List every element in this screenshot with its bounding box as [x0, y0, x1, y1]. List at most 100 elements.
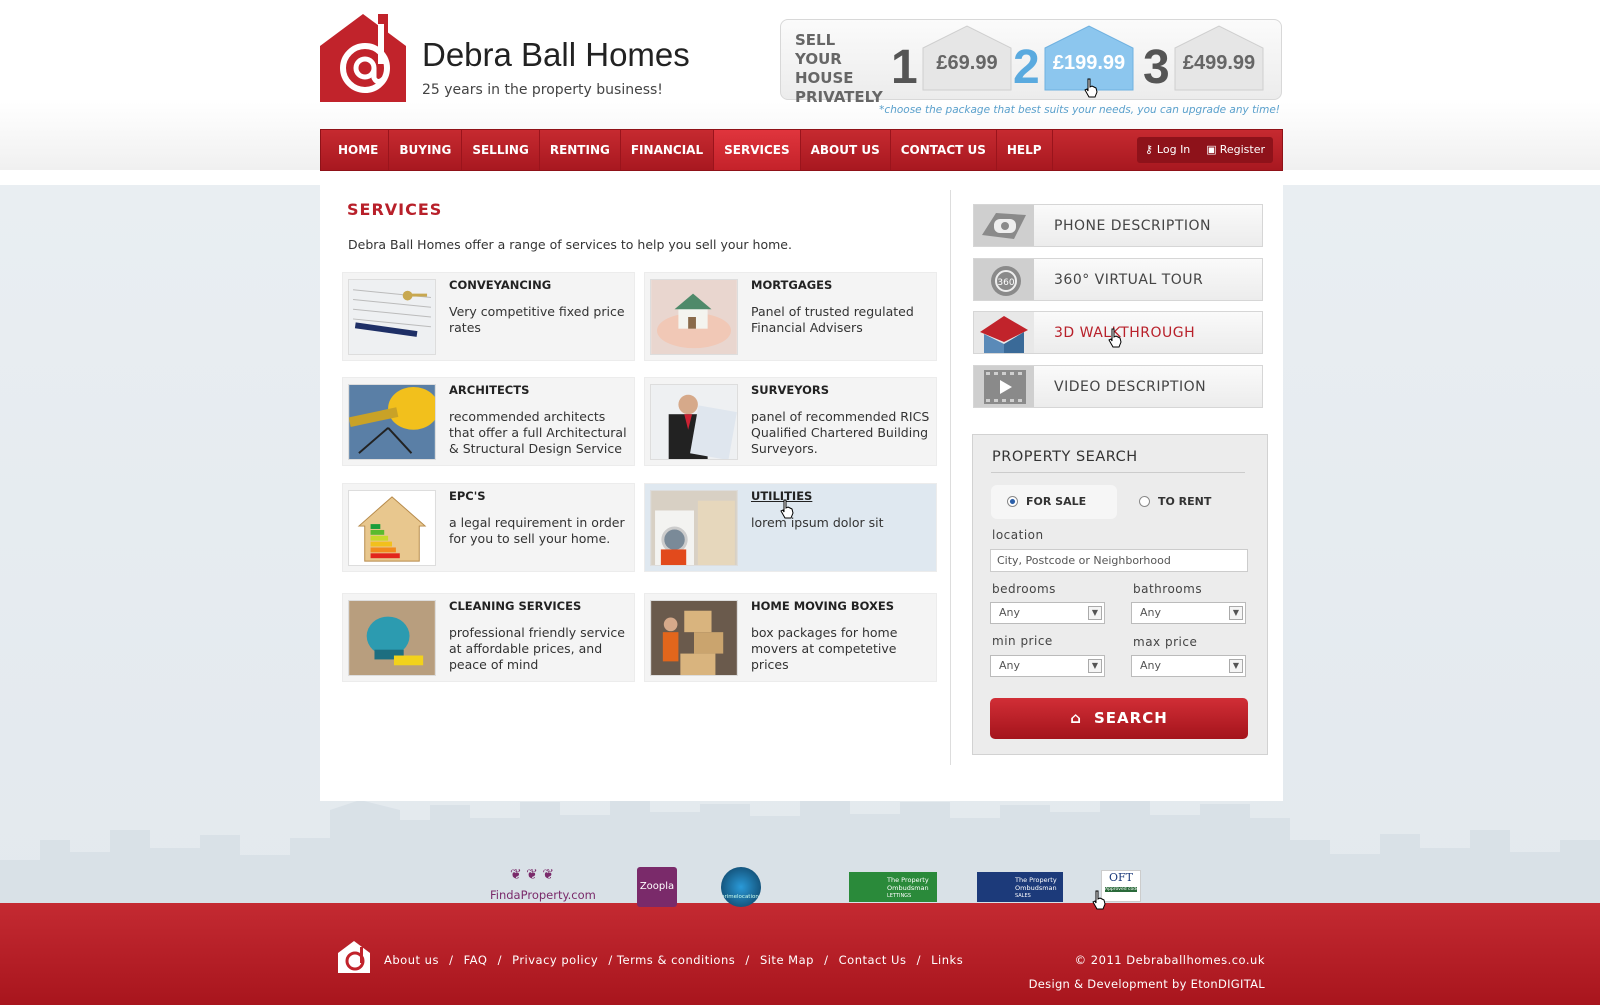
- service-card-conveyancing[interactable]: CONVEYANCING Very competitive fixed pric…: [342, 272, 635, 361]
- service-card-cleaning[interactable]: CLEANING SERVICES professional friendly …: [342, 593, 635, 682]
- service-card-utilities[interactable]: UTILITIES lorem ipsum dolor sit: [644, 483, 937, 572]
- findaproperty-logo[interactable]: ❦ ❦ ❦ FindaProperty.com: [490, 868, 602, 904]
- property-ombudsman-sales-logo[interactable]: The Property Ombudsman SALES: [977, 872, 1063, 902]
- brand-tagline: 25 years in the property business!: [422, 82, 663, 98]
- package-number: 1: [891, 41, 918, 94]
- property-ombudsman-lettings-logo[interactable]: The Property Ombudsman LETTINGS: [849, 872, 937, 902]
- login-link[interactable]: ⚷ Log In: [1137, 137, 1198, 163]
- epc-house-image: [348, 490, 436, 566]
- copyright: © 2011 Debraballhomes.co.uk: [1074, 953, 1265, 967]
- video-icon: [974, 366, 1034, 407]
- service-description: professional friendly service at afforda…: [449, 625, 625, 672]
- feature-label: PHONE DESCRIPTION: [1054, 218, 1212, 234]
- primelocation-logo[interactable]: primelocation.com: [721, 867, 761, 907]
- service-description: box packages for home movers at competet…: [751, 625, 898, 672]
- feature-360-tour[interactable]: 360 360° VIRTUAL TOUR: [973, 258, 1263, 301]
- to-rent-radio[interactable]: TO RENT: [1123, 485, 1249, 519]
- package-1[interactable]: 1 £69.99: [891, 24, 1016, 94]
- nav-contact-us[interactable]: CONTACT US: [891, 130, 997, 170]
- utilities-image: [650, 490, 738, 566]
- service-card-architects[interactable]: ARCHITECTS recommended architects that o…: [342, 377, 635, 466]
- footer-separator: /: [824, 953, 829, 967]
- min-price-select[interactable]: Any ▼: [990, 655, 1105, 677]
- nav-buying[interactable]: BUYING: [389, 130, 463, 170]
- search-button[interactable]: ⌂ SEARCH: [990, 698, 1248, 739]
- footer-logo-icon[interactable]: [338, 941, 370, 973]
- package-price: £499.99: [1182, 52, 1256, 74]
- nav-home[interactable]: HOME: [321, 130, 390, 170]
- search-house-icon: ⌂: [1070, 709, 1082, 727]
- column-divider: [950, 190, 951, 765]
- skyline-decoration: [0, 798, 1600, 905]
- conveyancing-image: [348, 279, 436, 355]
- brand-logo-icon[interactable]: [320, 14, 406, 102]
- nav-selling[interactable]: SELLING: [462, 130, 540, 170]
- bedrooms-label: bedrooms: [992, 582, 1056, 596]
- package-number: 2: [1013, 41, 1040, 94]
- register-link[interactable]: ▣ Register: [1198, 137, 1273, 163]
- package-3[interactable]: 3 £499.99: [1143, 24, 1268, 94]
- bathrooms-select[interactable]: Any ▼: [1131, 602, 1246, 624]
- nav-renting[interactable]: RENTING: [540, 130, 621, 170]
- page-title: SERVICES: [347, 200, 443, 219]
- design-credit[interactable]: Design & Development by EtonDIGITAL: [1029, 977, 1265, 991]
- promo-heading: SELL YOUR HOUSE PRIVATELY: [795, 31, 883, 106]
- moving-boxes-image: [650, 600, 738, 676]
- footer-links: About us / FAQ / Privacy policy / Terms …: [384, 953, 969, 967]
- service-title: CLEANING SERVICES: [449, 599, 582, 613]
- nav-about-us[interactable]: ABOUT US: [801, 130, 891, 170]
- oft-logo[interactable]: OFT Approved code: [1101, 870, 1141, 902]
- service-title: CONVEYANCING: [449, 278, 552, 292]
- register-icon: ▣: [1206, 143, 1217, 156]
- nav-help[interactable]: HELP: [997, 130, 1053, 170]
- hand-cursor-icon: [1084, 78, 1098, 98]
- service-card-epcs[interactable]: EPC'S a legal requirement in order for y…: [342, 483, 635, 572]
- key-icon: ⚷: [1144, 143, 1153, 156]
- brand-name[interactable]: Debra Ball Homes: [422, 36, 690, 74]
- 360-tour-icon: 360: [974, 259, 1034, 300]
- footer-link-privacy[interactable]: Privacy policy: [512, 953, 598, 967]
- max-price-label: max price: [1133, 635, 1198, 649]
- chevron-down-icon: ▼: [1229, 659, 1243, 673]
- chevron-down-icon: ▼: [1088, 606, 1102, 620]
- max-price-select[interactable]: Any ▼: [1131, 655, 1246, 677]
- service-card-mortgages[interactable]: MORTGAGES Panel of trusted regulated Fin…: [644, 272, 937, 361]
- divider: [991, 472, 1245, 473]
- hand-cursor-icon: [1092, 890, 1106, 910]
- service-description: Very competitive fixed price rates: [449, 304, 625, 335]
- feature-phone-description[interactable]: PHONE DESCRIPTION: [973, 204, 1263, 247]
- surveyors-image: [650, 384, 738, 460]
- nav-financial[interactable]: FINANCIAL: [621, 130, 715, 170]
- location-label: location: [992, 528, 1044, 542]
- main-nav: HOME BUYING SELLING RENTING FINANCIAL SE…: [320, 129, 1283, 171]
- radio-selected-icon: [1007, 495, 1018, 507]
- service-description: panel of recommended RICS Qualified Char…: [751, 409, 930, 456]
- feature-label: 360° VIRTUAL TOUR: [1054, 272, 1204, 288]
- footer-link-faq[interactable]: FAQ: [464, 953, 488, 967]
- footer-link-about[interactable]: About us: [384, 953, 439, 967]
- auth-links: ⚷ Log In ▣ Register: [1136, 137, 1273, 163]
- bathrooms-label: bathrooms: [1133, 582, 1203, 596]
- nav-services[interactable]: SERVICES: [714, 130, 801, 170]
- service-title: ARCHITECTS: [449, 383, 530, 397]
- birds-icon: ❦ ❦ ❦: [510, 867, 555, 883]
- footer-link-terms[interactable]: / Terms & conditions: [608, 953, 735, 967]
- services-intro: Debra Ball Homes offer a range of servic…: [348, 237, 792, 252]
- feature-video-description[interactable]: VIDEO DESCRIPTION: [973, 365, 1263, 408]
- footer-link-sitemap[interactable]: Site Map: [760, 953, 814, 967]
- bedrooms-select[interactable]: Any ▼: [990, 602, 1105, 624]
- zoopla-logo[interactable]: Zoopla: [637, 867, 677, 907]
- for-sale-radio[interactable]: FOR SALE: [991, 485, 1117, 519]
- mortgages-image: [650, 279, 738, 355]
- 3d-house-icon: [974, 312, 1034, 353]
- location-input[interactable]: City, Postcode or Neighborhood: [990, 549, 1248, 572]
- phone-icon: [974, 205, 1034, 246]
- footer-link-contact[interactable]: Contact Us: [839, 953, 907, 967]
- footer-link-links[interactable]: Links: [931, 953, 963, 967]
- service-card-surveyors[interactable]: SURVEYORS panel of recommended RICS Qual…: [644, 377, 937, 466]
- service-card-moving-boxes[interactable]: HOME MOVING BOXES box packages for home …: [644, 593, 937, 682]
- feature-label: 3D WALKTHROUGH: [1054, 325, 1196, 341]
- package-2[interactable]: 2 £199.99: [1013, 24, 1138, 94]
- property-search-panel: PROPERTY SEARCH FOR SALE TO RENT locatio…: [972, 434, 1268, 755]
- service-title: SURVEYORS: [751, 383, 830, 397]
